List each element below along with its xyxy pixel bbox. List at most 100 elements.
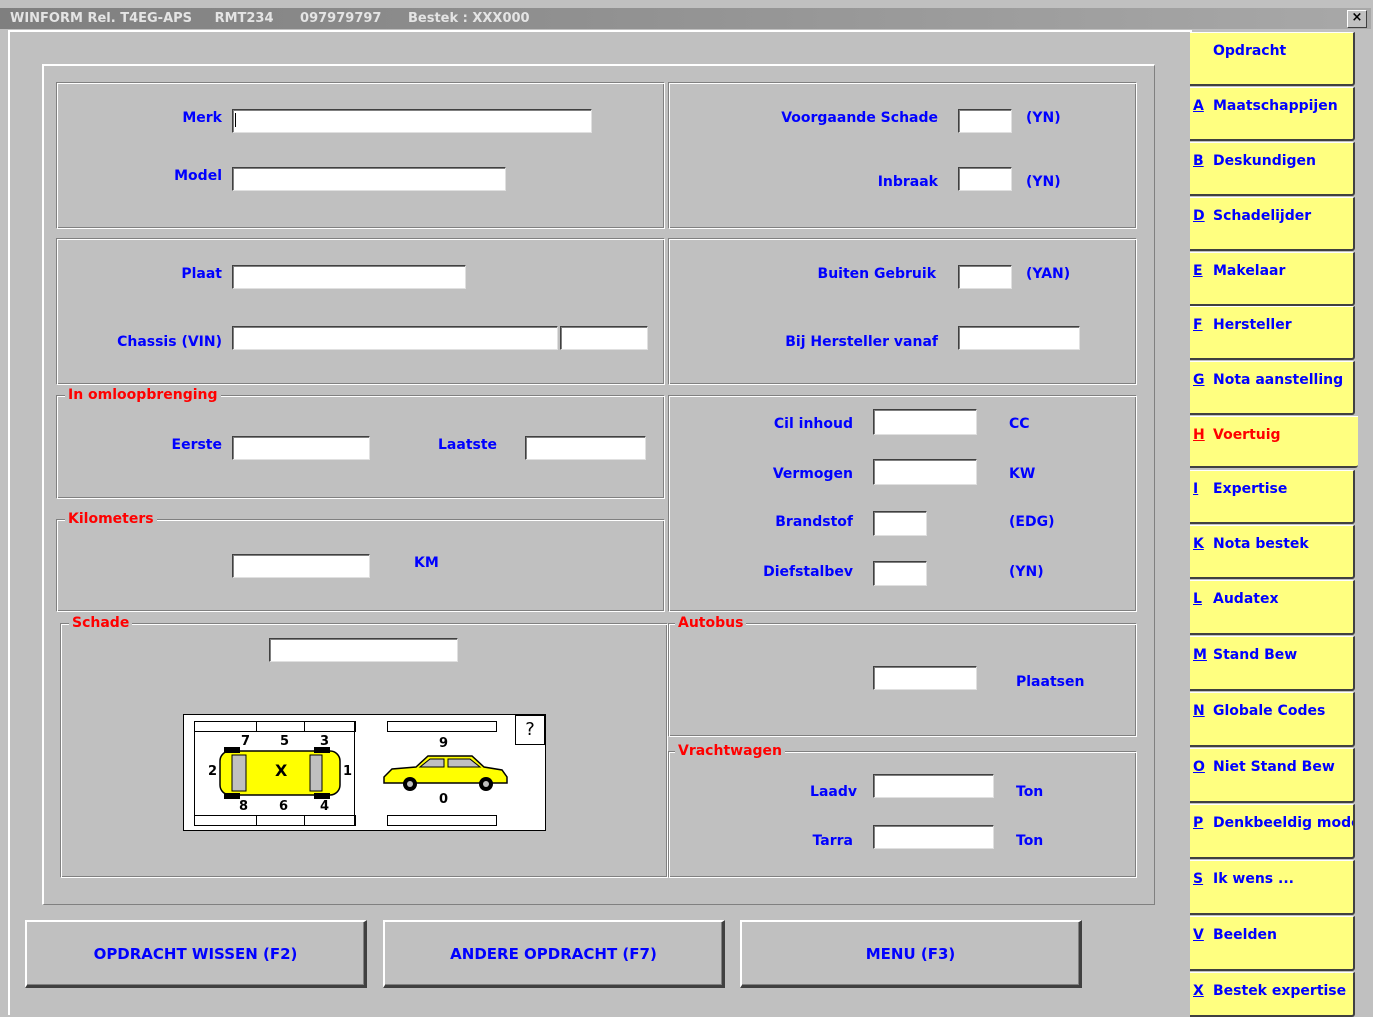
- kilometers-input[interactable]: [232, 554, 370, 578]
- voorgaande-schade-hint: (YN): [1026, 110, 1061, 126]
- zone-divider: [304, 721, 305, 731]
- diefstalbev-input[interactable]: [873, 561, 927, 586]
- damage-help-button[interactable]: ?: [515, 715, 545, 745]
- merk-input[interactable]: [232, 109, 592, 133]
- tab-maatschappijen[interactable]: A Maatschappijen: [1190, 87, 1355, 141]
- tab-beelden[interactable]: V Beelden: [1190, 916, 1355, 971]
- tab-schadelijder[interactable]: D Schadelijder: [1190, 197, 1355, 251]
- menu-button[interactable]: MENU (F3): [740, 920, 1082, 988]
- tab-shortcut-key: A: [1193, 98, 1204, 114]
- zone-0[interactable]: 0: [439, 793, 448, 807]
- tab-shortcut-key: S: [1193, 871, 1204, 887]
- tab-label: Makelaar: [1213, 263, 1286, 279]
- chassis-input[interactable]: [232, 326, 558, 350]
- buiten-gebruik-input[interactable]: [958, 265, 1012, 289]
- zone-bar-top[interactable]: [194, 721, 356, 732]
- chassis-label: Chassis (VIN): [117, 334, 222, 350]
- hersteller-vanaf-input[interactable]: [958, 326, 1080, 350]
- voorgaande-schade-input[interactable]: [958, 109, 1012, 133]
- schade-input[interactable]: [269, 638, 458, 662]
- tab-shortcut-key: E: [1193, 263, 1203, 279]
- brandstof-input[interactable]: [873, 511, 927, 536]
- tab-shortcut-key: M: [1193, 647, 1207, 663]
- tab-audatex[interactable]: L Audatex: [1190, 580, 1355, 635]
- tab-nota-aanstelling[interactable]: G Nota aanstelling: [1190, 361, 1355, 415]
- zone-6[interactable]: 6: [279, 800, 288, 814]
- tarra-input[interactable]: [873, 825, 994, 849]
- voorgaande-schade-label: Voorgaande Schade: [781, 110, 938, 126]
- vermogen-unit: KW: [1009, 466, 1036, 482]
- tab-nota-bestek[interactable]: K Nota bestek: [1190, 525, 1355, 579]
- record-number: 097979797: [300, 11, 382, 26]
- laatste-label: Laatste: [438, 437, 498, 453]
- tab-label: Nota aanstelling: [1213, 372, 1344, 388]
- tab-globale-codes[interactable]: N Globale Codes: [1190, 692, 1355, 747]
- zone-bar-underside[interactable]: [387, 815, 497, 826]
- laatste-input[interactable]: [525, 436, 646, 460]
- tab-label: Denkbeeldig model: [1213, 815, 1355, 831]
- chassis-suffix-input[interactable]: [560, 326, 648, 350]
- laadv-label: Laadv: [810, 784, 857, 800]
- tab-shortcut-key: D: [1193, 208, 1205, 224]
- inbraak-hint: (YN): [1026, 174, 1061, 190]
- damage-zone-selector[interactable]: 7 5 3 2 X 1 8 6 4 9 0 ?: [183, 714, 546, 831]
- tarra-unit: Ton: [1016, 833, 1044, 849]
- tab-niet-stand-bew[interactable]: O Niet Stand Bew: [1190, 748, 1355, 803]
- tab-voertuig[interactable]: H Voertuig: [1190, 416, 1358, 468]
- zone-4[interactable]: 4: [320, 800, 329, 814]
- tab-label: Voertuig: [1213, 427, 1281, 443]
- omloop-title: In omloopbrenging: [65, 386, 221, 404]
- tab-label: Schadelijder: [1213, 208, 1312, 224]
- tab-makelaar[interactable]: E Makelaar: [1190, 252, 1355, 306]
- usage-panel: [668, 238, 1137, 385]
- tab-label: Bestek expertise: [1213, 983, 1347, 999]
- tab-denkbeeldig-model[interactable]: P Denkbeeldig model: [1190, 804, 1355, 859]
- tab-shortcut-key: L: [1193, 591, 1202, 607]
- diefstalbev-hint: (YN): [1009, 564, 1044, 580]
- inbraak-label: Inbraak: [877, 174, 938, 190]
- tab-hersteller[interactable]: F Hersteller: [1190, 306, 1355, 360]
- vermogen-input[interactable]: [873, 459, 977, 485]
- tab-opdracht[interactable]: Opdracht: [1190, 32, 1355, 86]
- plaatsen-input[interactable]: [873, 666, 977, 690]
- opdracht-wissen-button[interactable]: OPDRACHT WISSEN (F2): [25, 920, 367, 988]
- tab-shortcut-key: V: [1193, 927, 1204, 943]
- zone-center[interactable]: X: [275, 763, 287, 779]
- plaatsen-unit: Plaatsen: [1016, 674, 1085, 690]
- zone-1[interactable]: 1: [343, 765, 352, 779]
- window-edge-top: [8, 30, 1192, 32]
- zone-bar-roof[interactable]: [387, 721, 497, 732]
- tab-shortcut-key: I: [1193, 481, 1199, 497]
- close-button[interactable]: ×: [1347, 10, 1367, 28]
- plaat-input[interactable]: [232, 265, 466, 289]
- andere-opdracht-button[interactable]: ANDERE OPDRACHT (F7): [383, 920, 725, 988]
- vrachtwagen-panel: Vrachtwagen: [668, 742, 1137, 878]
- tab-label: Hersteller: [1213, 317, 1292, 333]
- tab-ik-wens[interactable]: S Ik wens ...: [1190, 860, 1355, 915]
- zone-5[interactable]: 5: [280, 735, 289, 749]
- tab-bestek-expertise[interactable]: X Bestek expertise: [1190, 972, 1355, 1017]
- model-input[interactable]: [232, 167, 506, 191]
- tab-label: Niet Stand Bew: [1213, 759, 1335, 775]
- zone-2[interactable]: 2: [208, 765, 217, 779]
- history-panel: [668, 82, 1137, 229]
- zone-bar-bottom[interactable]: [194, 815, 356, 826]
- zone-divider: [354, 721, 355, 825]
- bestek-number: Bestek : XXX000: [408, 11, 530, 26]
- zone-8[interactable]: 8: [239, 800, 248, 814]
- tab-deskundigen[interactable]: B Deskundigen: [1190, 142, 1355, 196]
- zone-7[interactable]: 7: [241, 735, 250, 749]
- inbraak-input[interactable]: [958, 167, 1012, 191]
- tab-shortcut-key: H: [1193, 427, 1205, 443]
- buiten-gebruik-label: Buiten Gebruik: [817, 266, 936, 282]
- eerste-input[interactable]: [232, 436, 370, 460]
- app-title: WINFORM Rel. T4EG-APS: [10, 11, 193, 26]
- tab-shortcut-key: F: [1193, 317, 1203, 333]
- zone-9[interactable]: 9: [439, 737, 448, 751]
- tab-stand-bew[interactable]: M Stand Bew: [1190, 636, 1355, 691]
- cil-inhoud-input[interactable]: [873, 409, 977, 435]
- laadv-input[interactable]: [873, 774, 994, 798]
- tab-expertise[interactable]: I Expertise: [1190, 470, 1355, 524]
- zone-3[interactable]: 3: [320, 735, 329, 749]
- tab-label: Ik wens ...: [1213, 871, 1294, 887]
